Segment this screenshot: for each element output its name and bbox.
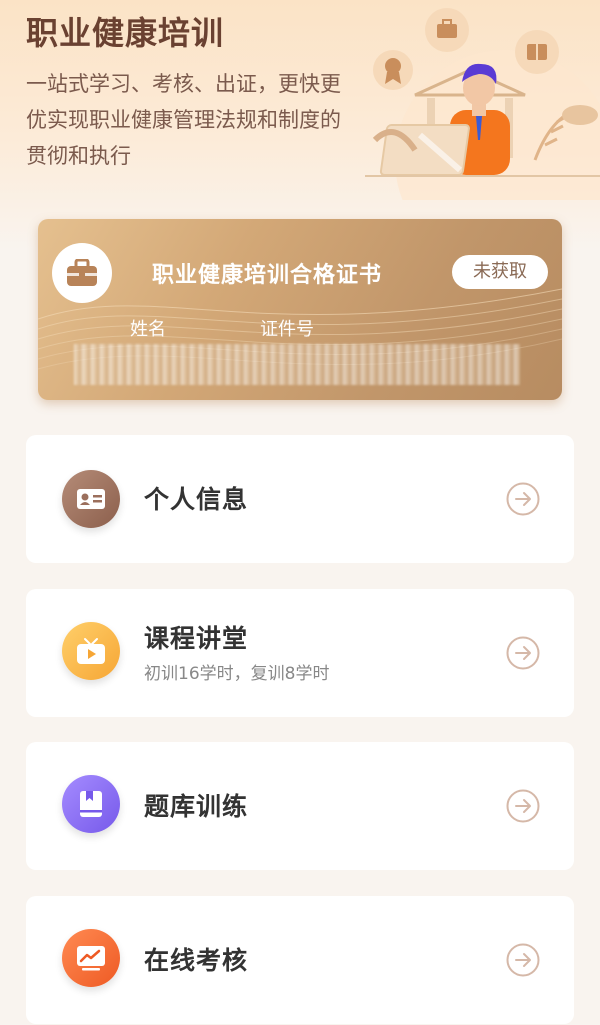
tv-icon [62,622,120,680]
certificate-card[interactable]: 职业健康培训合格证书 未获取 姓名 证件号 [38,219,562,400]
page-description: 一站式学习、考核、出证，更快更优实现职业健康管理法规和制度的贯彻和执行 [26,72,341,168]
page-title: 职业健康培训 [26,14,225,52]
menu-item-courses[interactable]: 课程讲堂 初训16学时，复训8学时 [26,589,574,717]
arrow-right-icon [506,482,540,516]
certificate-icon-wrap [52,243,112,303]
menu-item-question-bank[interactable]: 题库训练 [26,742,574,870]
menu-item-label: 课程讲堂 [144,624,249,653]
hero-banner: 职业健康培训 一站式学习、考核、出证，更快更优实现职业健康管理法规和制度的贯彻和… [0,0,600,250]
book-icon [62,775,120,833]
menu-item-online-exam[interactable]: 在线考核 [26,896,574,1024]
briefcase-bubble-icon [425,8,469,52]
menu-item-label: 题库训练 [144,792,249,821]
menu-item-personal-info[interactable]: 个人信息 [26,435,574,563]
briefcase-icon [67,259,97,286]
arrow-right-icon [506,636,540,670]
certificate-title: 职业健康培训合格证书 [152,263,383,288]
arrow-right-icon [506,943,540,977]
menu-item-label: 个人信息 [144,485,249,514]
menu-item-label: 在线考核 [144,946,249,975]
certificate-id-label: 证件号 [260,319,314,340]
arrow-right-icon [506,789,540,823]
book-bubble-icon [515,30,559,74]
award-bubble-icon [373,50,413,90]
certificate-values-redacted [74,344,520,385]
id-card-icon [62,470,120,528]
menu-item-subtitle: 初训16学时，复训8学时 [144,664,330,684]
chart-icon [62,929,120,987]
certificate-status-badge: 未获取 [452,255,548,289]
certificate-name-label: 姓名 [130,319,166,340]
hero-illustration [365,8,600,200]
